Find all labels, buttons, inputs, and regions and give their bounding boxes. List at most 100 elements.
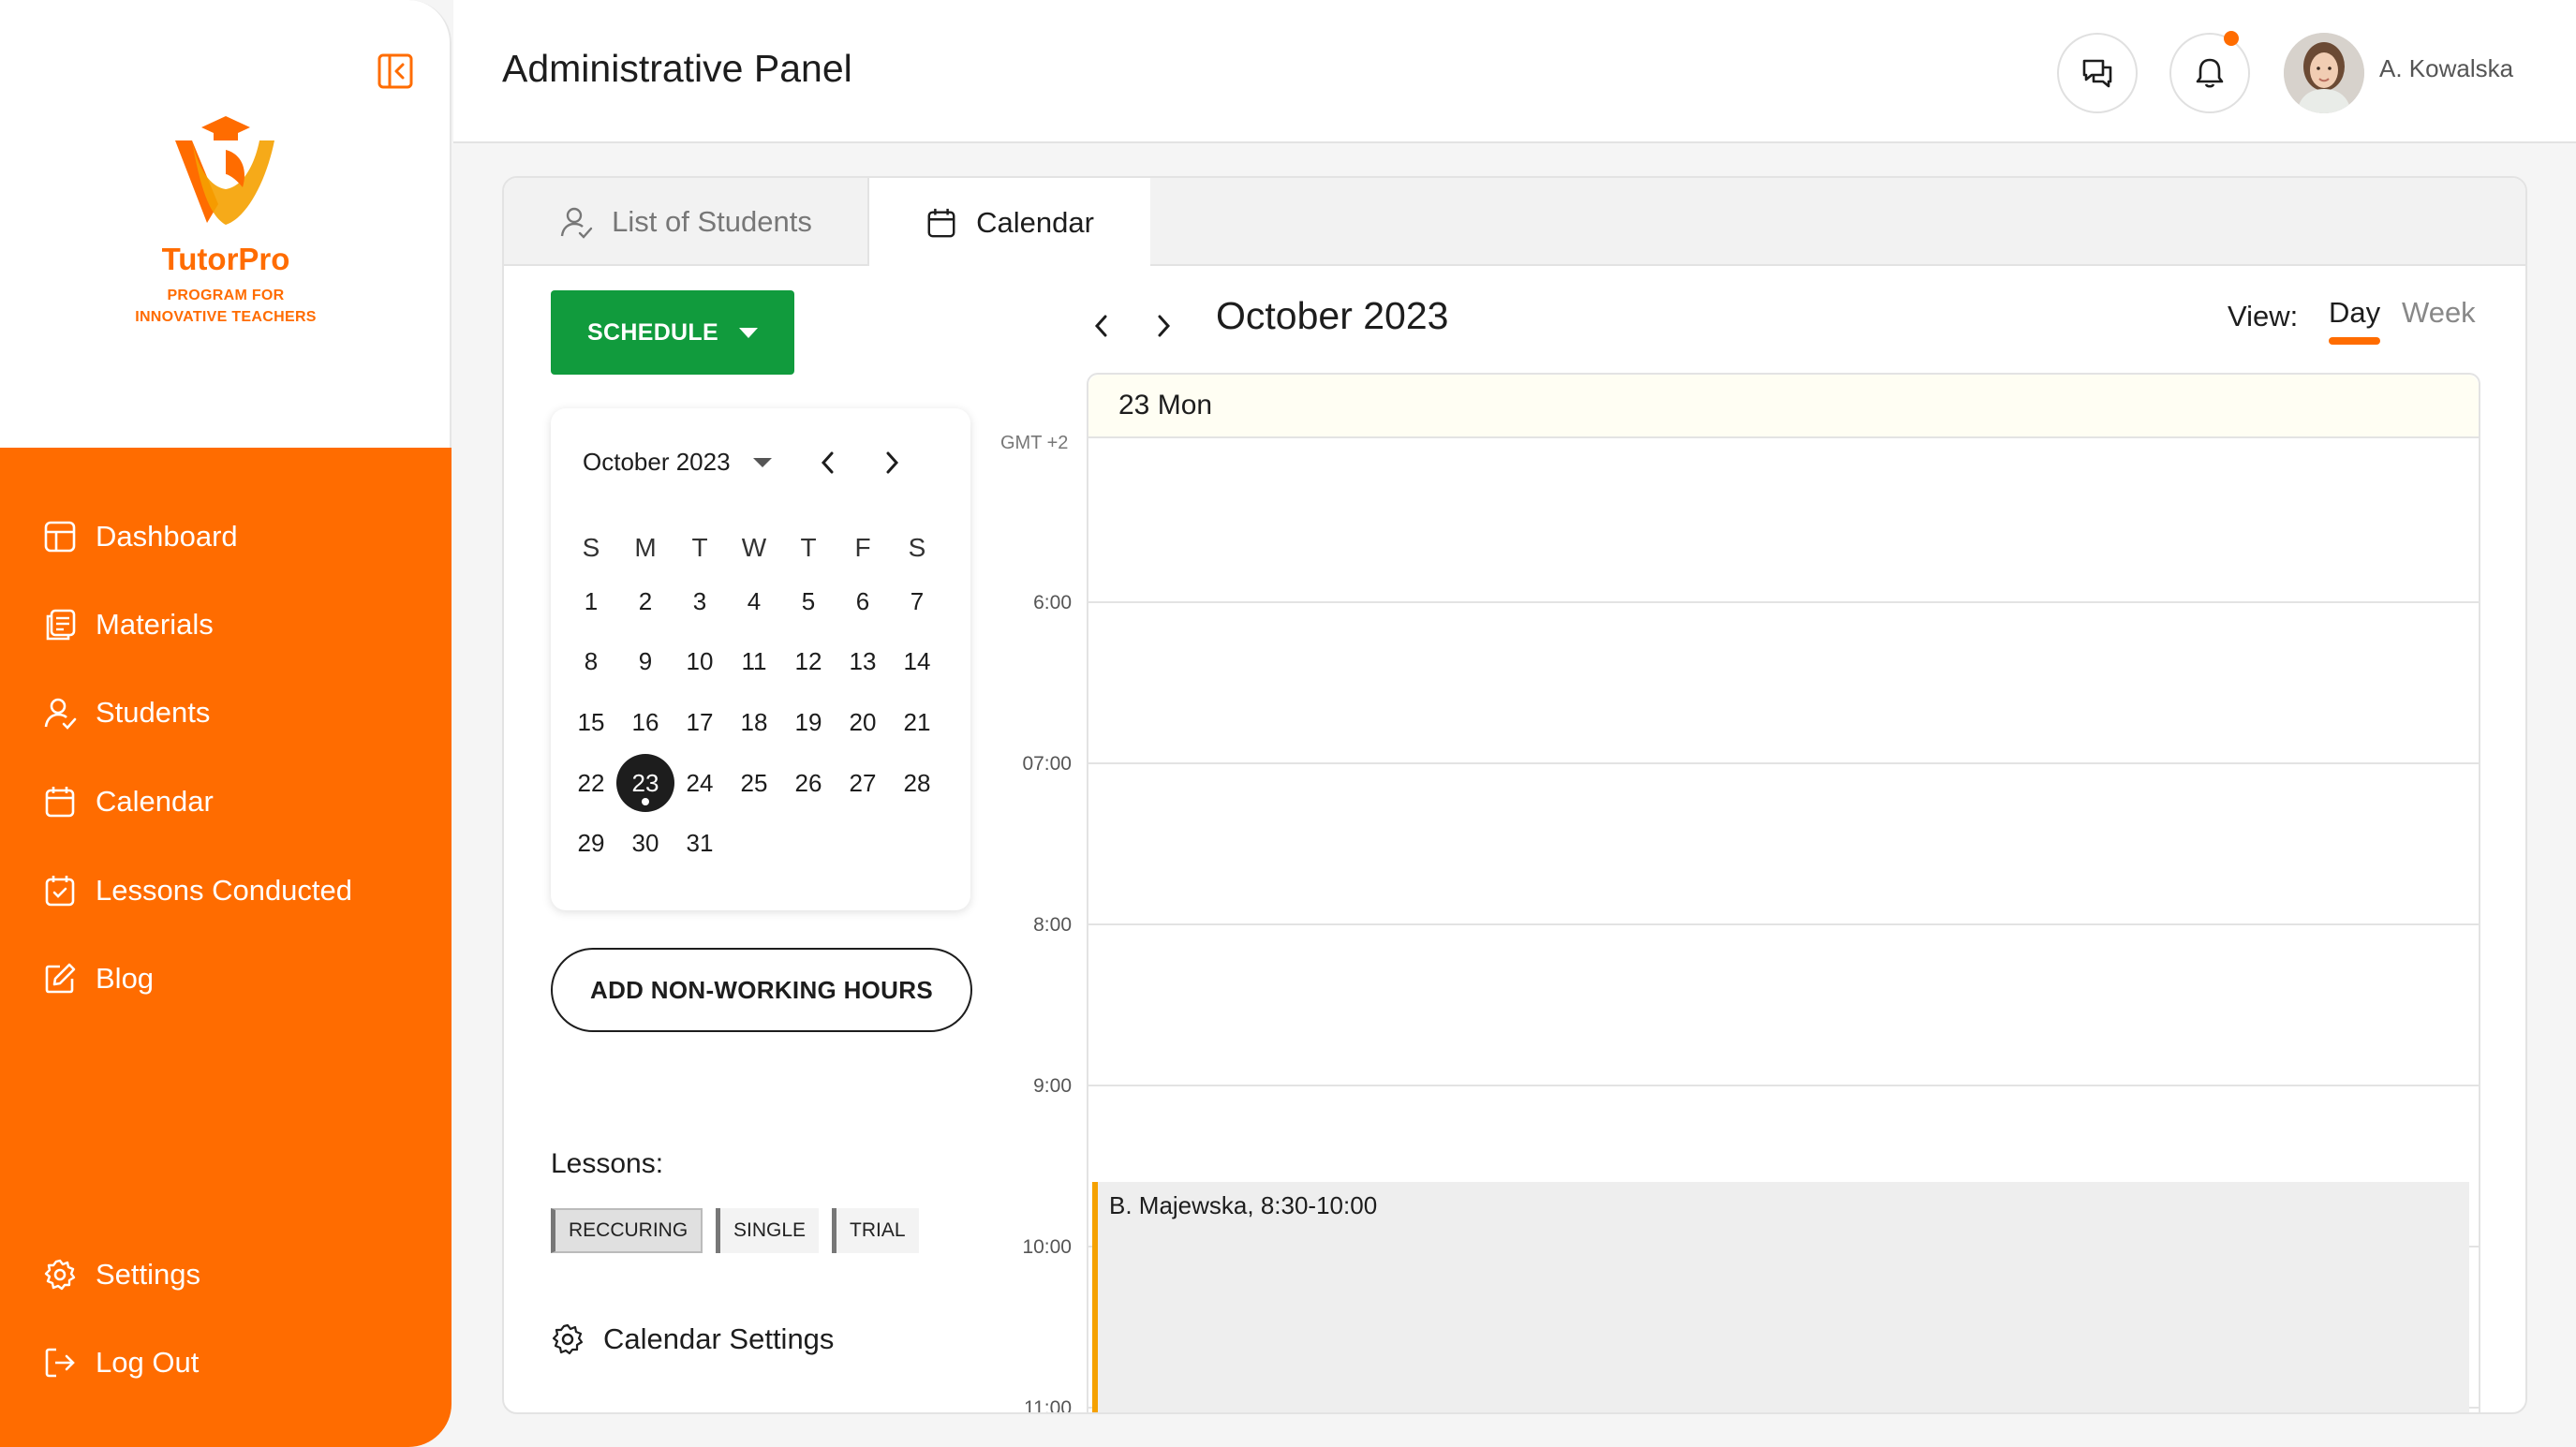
day-number: 22 xyxy=(577,768,605,797)
day-number: 9 xyxy=(638,647,653,676)
sidebar-item-settings[interactable]: Settings xyxy=(43,1251,200,1298)
hour-line xyxy=(1088,762,2479,764)
week-row: 1 2 3 4 5 6 7 xyxy=(564,571,944,632)
collapse-sidebar-button[interactable] xyxy=(377,52,414,90)
day-cell[interactable]: 17 xyxy=(673,708,727,737)
day-cell[interactable]: 15 xyxy=(564,708,618,737)
dashboard-icon xyxy=(44,521,76,553)
day-cell[interactable]: 25 xyxy=(727,769,781,798)
day-cell[interactable]: 5 xyxy=(781,587,836,616)
settings-label: Settings xyxy=(96,1258,201,1291)
day-number: 6 xyxy=(855,586,870,615)
caret-down-icon xyxy=(738,327,758,338)
gear-icon xyxy=(552,1323,584,1355)
weekday-label: T xyxy=(691,533,708,562)
day-cell[interactable]: 8 xyxy=(564,647,618,676)
calendar-settings-link[interactable]: Calendar Settings xyxy=(551,1322,834,1356)
day-cell[interactable]: 12 xyxy=(781,647,836,676)
mini-calendar-prev-button[interactable] xyxy=(809,444,847,481)
sidebar-item-label: Materials xyxy=(96,608,214,641)
view-day-option[interactable]: Day xyxy=(2329,296,2381,345)
day-cell[interactable]: 20 xyxy=(836,708,890,737)
day-cell[interactable]: 13 xyxy=(836,647,890,676)
weekday-header-row: S M T W T F S xyxy=(564,524,944,571)
day-cell[interactable]: 2 xyxy=(618,587,673,616)
user-name[interactable]: A. Kowalska xyxy=(2379,54,2513,83)
day-cell[interactable]: 26 xyxy=(781,769,836,798)
tab-calendar[interactable]: Calendar xyxy=(869,178,1150,268)
notifications-button[interactable] xyxy=(2169,31,2250,113)
calendar-prev-button[interactable] xyxy=(1083,298,1120,354)
day-cell[interactable]: 27 xyxy=(836,769,890,798)
sidebar-item-logout[interactable]: Log Out xyxy=(43,1339,199,1386)
add-non-working-hours-button[interactable]: ADD NON-WORKING HOURS xyxy=(551,948,972,1032)
lesson-type-trial[interactable]: TRIAL xyxy=(832,1208,919,1253)
day-number: 29 xyxy=(577,829,605,858)
brand-tagline-1: PROGRAM FOR xyxy=(167,288,285,303)
avatar[interactable] xyxy=(2284,33,2364,113)
collapse-icon xyxy=(378,53,413,89)
blog-icon xyxy=(45,963,76,994)
view-week-option[interactable]: Week xyxy=(2402,296,2476,330)
day-cell[interactable]: 22 xyxy=(564,769,618,798)
day-cell[interactable]: 3 xyxy=(673,587,727,616)
lesson-type-recurring[interactable]: RECCURING xyxy=(551,1208,703,1253)
day-number: 30 xyxy=(631,829,659,858)
day-cell[interactable]: 7 xyxy=(890,587,944,616)
graduation-cap-logo-icon xyxy=(175,116,274,225)
week-row: 8 9 10 11 12 13 14 xyxy=(564,632,944,693)
schedule-button[interactable]: SCHEDULE xyxy=(551,290,794,375)
day-number: 1 xyxy=(584,586,599,615)
sidebar-item-students[interactable]: Students xyxy=(43,689,210,736)
day-cell[interactable]: 21 xyxy=(890,708,944,737)
sidebar-item-materials[interactable]: Materials xyxy=(43,601,214,648)
hour-line xyxy=(1088,601,2479,603)
day-grid: 23 Mon B. Majewska, 8:30-10:00 xyxy=(1087,373,2480,1412)
sidebar-item-calendar[interactable]: Calendar xyxy=(43,778,214,825)
sidebar-item-lessons-conducted[interactable]: Lessons Conducted xyxy=(43,867,352,914)
sidebar-item-blog[interactable]: Blog xyxy=(43,955,154,1002)
brand-name: TutorPro xyxy=(161,242,290,276)
mini-calendar: October 2023 S M T W T F S 1 2 3 4 5 6 7 8 9 10 11… xyxy=(551,408,970,910)
day-cell[interactable]: 14 xyxy=(890,647,944,676)
day-number: 20 xyxy=(849,707,877,736)
calendar-event[interactable]: B. Majewska, 8:30-10:00 xyxy=(1092,1182,2469,1412)
day-cell[interactable]: 9 xyxy=(618,647,673,676)
weekday-label: S xyxy=(908,533,926,562)
mini-calendar-month-select[interactable]: October 2023 xyxy=(583,448,772,477)
day-number: 25 xyxy=(740,768,768,797)
day-cell[interactable]: 31 xyxy=(673,829,727,858)
calendar-title: October 2023 xyxy=(1216,294,1449,337)
day-cell-selected[interactable]: 23 xyxy=(616,754,674,813)
add-non-working-hours-label: ADD NON-WORKING HOURS xyxy=(590,975,933,1004)
day-cell[interactable]: 28 xyxy=(890,769,944,798)
week-row: 15 16 17 18 19 20 21 xyxy=(564,692,944,753)
logo: TutorPro PROGRAM FOR INNOVATIVE TEACHERS xyxy=(112,112,339,328)
messages-button[interactable] xyxy=(2057,33,2138,113)
day-cell[interactable]: 10 xyxy=(673,647,727,676)
day-number: 19 xyxy=(794,707,822,736)
calendar-next-button[interactable] xyxy=(1145,298,1182,354)
sidebar: TutorPro PROGRAM FOR INNOVATIVE TEACHERS… xyxy=(0,0,452,1447)
day-number: 27 xyxy=(849,768,877,797)
day-cell[interactable]: 4 xyxy=(727,587,781,616)
day-cell[interactable]: 18 xyxy=(727,708,781,737)
hour-line xyxy=(1088,1085,2479,1086)
mini-calendar-month: October 2023 xyxy=(583,448,731,476)
day-cell[interactable]: 6 xyxy=(836,587,890,616)
mini-calendar-next-button[interactable] xyxy=(873,444,910,481)
day-cell[interactable]: 19 xyxy=(781,708,836,737)
tab-list-of-students[interactable]: List of Students xyxy=(504,178,869,266)
lesson-type-single[interactable]: SINGLE xyxy=(716,1208,820,1253)
chevron-right-icon xyxy=(1158,315,1171,337)
weekday-label: M xyxy=(634,533,657,562)
day-cell[interactable]: 30 xyxy=(618,829,673,858)
calendar-icon xyxy=(927,208,955,238)
tab-label: List of Students xyxy=(612,205,812,238)
day-cell[interactable]: 24 xyxy=(673,769,727,798)
day-cell[interactable]: 29 xyxy=(564,829,618,858)
day-cell[interactable]: 16 xyxy=(618,708,673,737)
day-cell[interactable]: 11 xyxy=(727,647,781,676)
day-cell[interactable]: 1 xyxy=(564,587,618,616)
sidebar-item-dashboard[interactable]: Dashboard xyxy=(43,513,238,560)
